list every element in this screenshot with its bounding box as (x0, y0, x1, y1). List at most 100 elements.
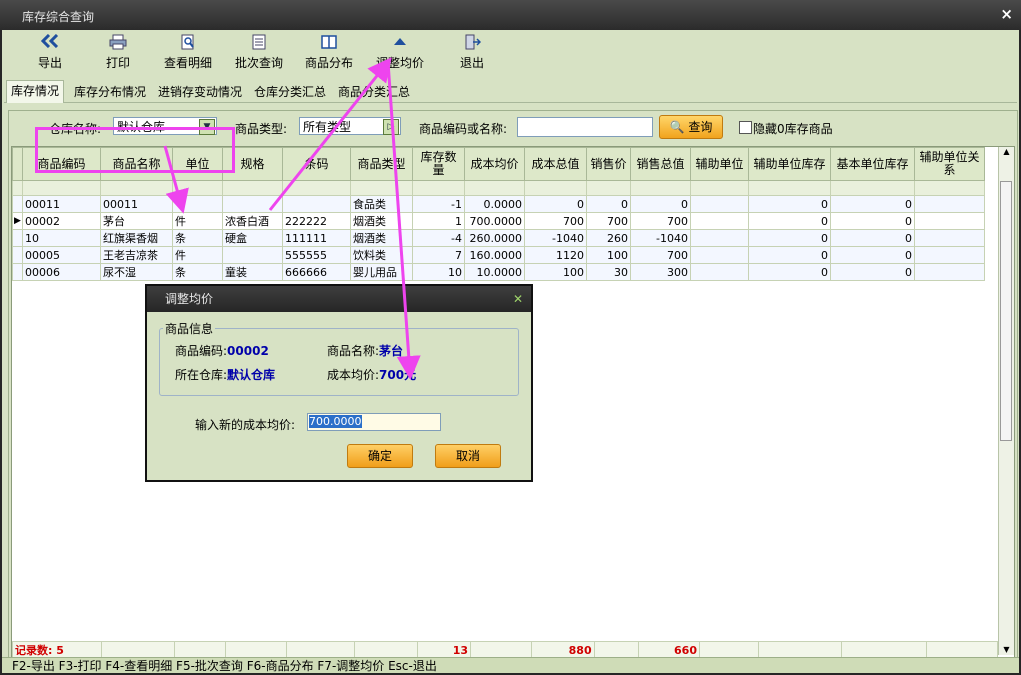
filter-cell[interactable] (524, 180, 587, 196)
table-row[interactable]: ▶ 00002 茅台件浓香白酒 222222 烟酒类 1 700.0000 700 700 700… (12, 212, 985, 230)
col-header[interactable]: 成本总值 (524, 147, 587, 181)
table-cell[interactable]: 0 (748, 263, 831, 281)
table-cell[interactable] (690, 246, 749, 264)
table-cell[interactable]: 160.0000 (464, 246, 525, 264)
table-cell[interactable]: 条 (172, 229, 223, 247)
table-cell[interactable]: 111111 (282, 229, 351, 247)
row-header[interactable] (12, 246, 23, 264)
table-cell[interactable]: 00006 (22, 263, 101, 281)
scroll-down-icon[interactable]: ▼ (999, 645, 1014, 654)
table-cell[interactable]: -1040 (524, 229, 587, 247)
table-cell[interactable]: 饮料类 (350, 246, 413, 264)
table-cell[interactable]: 件 (172, 246, 223, 264)
table-cell[interactable]: 700 (524, 212, 587, 230)
filter-cell[interactable] (830, 180, 915, 196)
table-cell[interactable]: 300 (630, 263, 691, 281)
table-cell[interactable]: 烟酒类 (350, 229, 413, 247)
table-cell[interactable]: 222222 (282, 212, 351, 230)
scroll-thumb[interactable] (1000, 181, 1012, 441)
table-cell[interactable]: 10 (22, 229, 101, 247)
table-cell[interactable] (690, 229, 749, 247)
table-cell[interactable]: 红旗渠香烟 (100, 229, 173, 247)
table-cell[interactable]: -1040 (630, 229, 691, 247)
table-cell[interactable]: 1 (412, 212, 465, 230)
table-cell[interactable]: 10 (412, 263, 465, 281)
row-header[interactable] (12, 229, 23, 247)
table-cell[interactable]: 260 (586, 229, 631, 247)
col-header[interactable]: 辅助单位库存 (748, 147, 831, 181)
table-cell[interactable]: 婴儿用品 (350, 263, 413, 281)
table-cell[interactable]: 00005 (22, 246, 101, 264)
query-button[interactable]: 🔍 查询 (659, 115, 723, 139)
table-cell[interactable]: 100 (586, 246, 631, 264)
table-cell[interactable]: 700 (586, 212, 631, 230)
table-cell[interactable]: 0 (830, 195, 915, 213)
table-cell[interactable]: 烟酒类 (350, 212, 413, 230)
table-cell[interactable]: 硬盒 (222, 229, 283, 247)
table-cell[interactable] (222, 246, 283, 264)
adjust-avg-cost-button[interactable]: 调整均价 (374, 34, 426, 74)
table-cell[interactable] (914, 263, 985, 281)
cancel-button[interactable]: 取消 (435, 444, 501, 468)
print-button[interactable]: 打印 (100, 34, 136, 74)
table-cell[interactable]: 0 (748, 229, 831, 247)
filter-cell[interactable] (748, 180, 831, 196)
table-cell[interactable]: 700 (630, 212, 691, 230)
table-cell[interactable] (222, 195, 283, 213)
new-cost-input[interactable]: 700.0000 (307, 413, 441, 431)
row-header[interactable] (12, 195, 23, 213)
table-cell[interactable]: -4 (412, 229, 465, 247)
tab-inventory-distribution[interactable]: 库存分布情况 (70, 82, 150, 102)
table-row[interactable]: 10 红旗渠香烟条硬盒 111111 烟酒类 -4 260.0000 -1040 260 -10… (12, 229, 985, 247)
tab-warehouse-summary[interactable]: 仓库分类汇总 (250, 82, 330, 102)
table-cell[interactable]: 1120 (524, 246, 587, 264)
col-header[interactable]: 成本均价 (464, 147, 525, 181)
table-row[interactable]: 00011 00011 食品类 -1 0.0000 0 0 0 0 0 (12, 195, 985, 213)
table-cell[interactable]: 童装 (222, 263, 283, 281)
type-select[interactable]: 所有类型 ▷ (299, 117, 401, 135)
close-icon[interactable]: × (1000, 5, 1013, 23)
col-header[interactable]: 销售总值 (630, 147, 691, 181)
table-cell[interactable]: 浓香白酒 (222, 212, 283, 230)
table-cell[interactable] (914, 246, 985, 264)
scroll-up-icon[interactable]: ▲ (999, 147, 1014, 156)
table-cell[interactable] (282, 195, 351, 213)
close-icon[interactable]: ✕ (513, 286, 523, 312)
table-cell[interactable] (690, 263, 749, 281)
filter-cell[interactable] (22, 180, 101, 196)
table-cell[interactable]: 食品类 (350, 195, 413, 213)
table-cell[interactable]: 0.0000 (464, 195, 525, 213)
table-cell[interactable]: 条 (172, 263, 223, 281)
code-input[interactable] (517, 117, 653, 137)
table-cell[interactable]: 700 (630, 246, 691, 264)
filter-cell[interactable] (350, 180, 413, 196)
table-cell[interactable]: 件 (172, 212, 223, 230)
tab-stock-movement[interactable]: 进销存变动情况 (154, 82, 246, 102)
tab-category-summary[interactable]: 商品分类汇总 (334, 82, 414, 102)
table-cell[interactable] (914, 212, 985, 230)
filter-cell[interactable] (222, 180, 283, 196)
table-cell[interactable] (172, 195, 223, 213)
vertical-scrollbar[interactable]: ▲ ▼ (998, 147, 1014, 655)
table-cell[interactable]: 0 (748, 212, 831, 230)
product-distribution-button[interactable]: 商品分布 (303, 34, 355, 74)
batch-query-button[interactable]: 批次查询 (233, 34, 285, 74)
filter-cell[interactable] (630, 180, 691, 196)
table-row[interactable]: 00005 王老吉凉茶件 555555 饮料类 7 160.0000 1120 100 700 0… (12, 246, 985, 264)
table-cell[interactable]: 0 (630, 195, 691, 213)
table-cell[interactable] (914, 195, 985, 213)
table-cell[interactable]: 0 (830, 246, 915, 264)
table-cell[interactable]: 0 (830, 229, 915, 247)
table-cell[interactable] (914, 229, 985, 247)
row-pointer-icon[interactable]: ▶ (12, 212, 23, 230)
table-cell[interactable]: 茅台 (100, 212, 173, 230)
table-cell[interactable]: 0 (524, 195, 587, 213)
filter-cell[interactable] (690, 180, 749, 196)
exit-button[interactable]: 退出 (454, 34, 490, 74)
table-cell[interactable]: 666666 (282, 263, 351, 281)
table-cell[interactable]: 0 (748, 195, 831, 213)
filter-cell[interactable] (100, 180, 173, 196)
filter-cell[interactable] (586, 180, 631, 196)
table-cell[interactable]: 0 (830, 212, 915, 230)
col-header[interactable]: 销售价 (586, 147, 631, 181)
